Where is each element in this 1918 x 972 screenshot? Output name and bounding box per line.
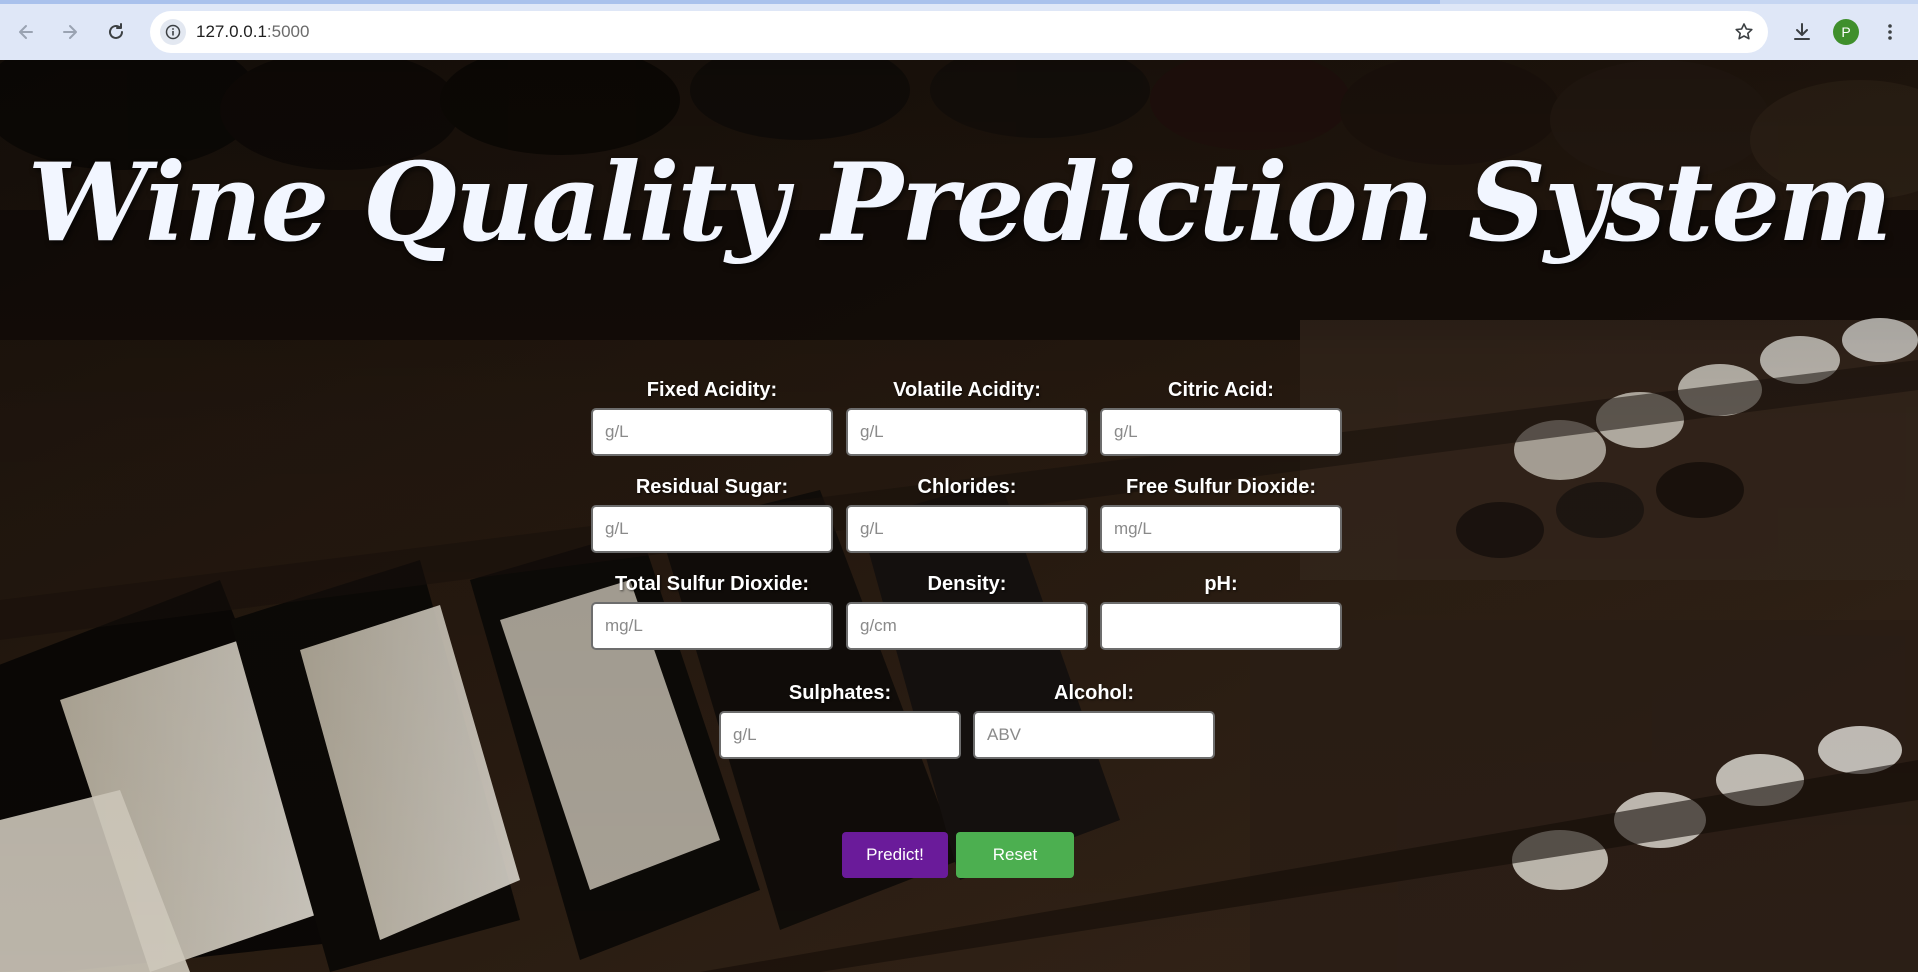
- profile-button[interactable]: P: [1828, 14, 1864, 50]
- fixed-acidity-label: Fixed Acidity:: [646, 379, 778, 401]
- field-fixed-acidity: Fixed Acidity:: [591, 378, 833, 456]
- download-icon: [1794, 23, 1810, 40]
- avatar: P: [1833, 19, 1859, 45]
- density-label: Density:: [927, 573, 1007, 595]
- ph-input[interactable]: [1100, 602, 1342, 650]
- volatile-acidity-label: Volatile Acidity:: [893, 379, 1041, 401]
- field-free-sulfur-dioxide: Free Sulfur Dioxide:: [1100, 475, 1342, 553]
- field-citric-acid: Citric Acid:: [1100, 378, 1342, 456]
- field-residual-sugar: Residual Sugar:: [591, 475, 833, 553]
- field-ph: pH:: [1100, 572, 1342, 650]
- predict-button[interactable]: Predict!: [842, 832, 948, 878]
- reload-button[interactable]: [98, 14, 134, 50]
- field-sulphates: Sulphates:: [719, 681, 961, 759]
- alcohol-label: Alcohol:: [1054, 682, 1134, 704]
- page-title: Wine Quality Prediction System: [27, 140, 1893, 266]
- bookmark-star-icon[interactable]: [1732, 20, 1756, 44]
- residual-sugar-label: Residual Sugar:: [635, 476, 789, 498]
- back-arrow-icon: [19, 25, 33, 39]
- field-chlorides: Chlorides:: [846, 475, 1088, 553]
- free-sulfur-dioxide-input[interactable]: [1100, 505, 1342, 553]
- forward-button[interactable]: [52, 14, 88, 50]
- reset-button[interactable]: Reset: [956, 832, 1074, 878]
- sulphates-input[interactable]: [719, 711, 961, 759]
- fixed-acidity-input[interactable]: [591, 408, 833, 456]
- chlorides-label: Chlorides:: [917, 476, 1017, 498]
- citric-acid-input[interactable]: [1100, 408, 1342, 456]
- address-bar[interactable]: 127.0.0.1:5000: [150, 11, 1768, 53]
- field-alcohol: Alcohol:: [973, 681, 1215, 759]
- total-sulfur-dioxide-input[interactable]: [591, 602, 833, 650]
- field-density: Density:: [846, 572, 1088, 650]
- sulphates-label: Sulphates:: [788, 682, 892, 704]
- forward-arrow-icon: [63, 25, 77, 39]
- back-button[interactable]: [8, 14, 44, 50]
- browser-menu-button[interactable]: [1872, 14, 1908, 50]
- free-sulfur-dioxide-label: Free Sulfur Dioxide:: [1125, 476, 1317, 498]
- citric-acid-label: Citric Acid:: [1168, 379, 1274, 401]
- site-info-icon[interactable]: [160, 19, 186, 45]
- ph-label: pH:: [1204, 573, 1238, 595]
- reload-icon: [109, 23, 123, 39]
- alcohol-input[interactable]: [973, 711, 1215, 759]
- residual-sugar-input[interactable]: [591, 505, 833, 553]
- chlorides-input[interactable]: [846, 505, 1088, 553]
- volatile-acidity-input[interactable]: [846, 408, 1088, 456]
- density-input[interactable]: [846, 602, 1088, 650]
- browser-toolbar: 127.0.0.1:5000 P: [0, 4, 1918, 60]
- kebab-menu-icon: [1888, 24, 1892, 40]
- field-total-sulfur-dioxide: Total Sulfur Dioxide:: [591, 572, 833, 650]
- page-viewport: Wine Quality Prediction System Fixed Aci…: [0, 60, 1918, 972]
- url-text[interactable]: 127.0.0.1:5000: [196, 11, 309, 53]
- url-host: 127.0.0.1: [196, 22, 267, 41]
- url-port: :5000: [266, 22, 310, 41]
- downloads-button[interactable]: [1784, 14, 1820, 50]
- total-sulfur-dioxide-label: Total Sulfur Dioxide:: [614, 573, 810, 595]
- field-volatile-acidity: Volatile Acidity:: [846, 378, 1088, 456]
